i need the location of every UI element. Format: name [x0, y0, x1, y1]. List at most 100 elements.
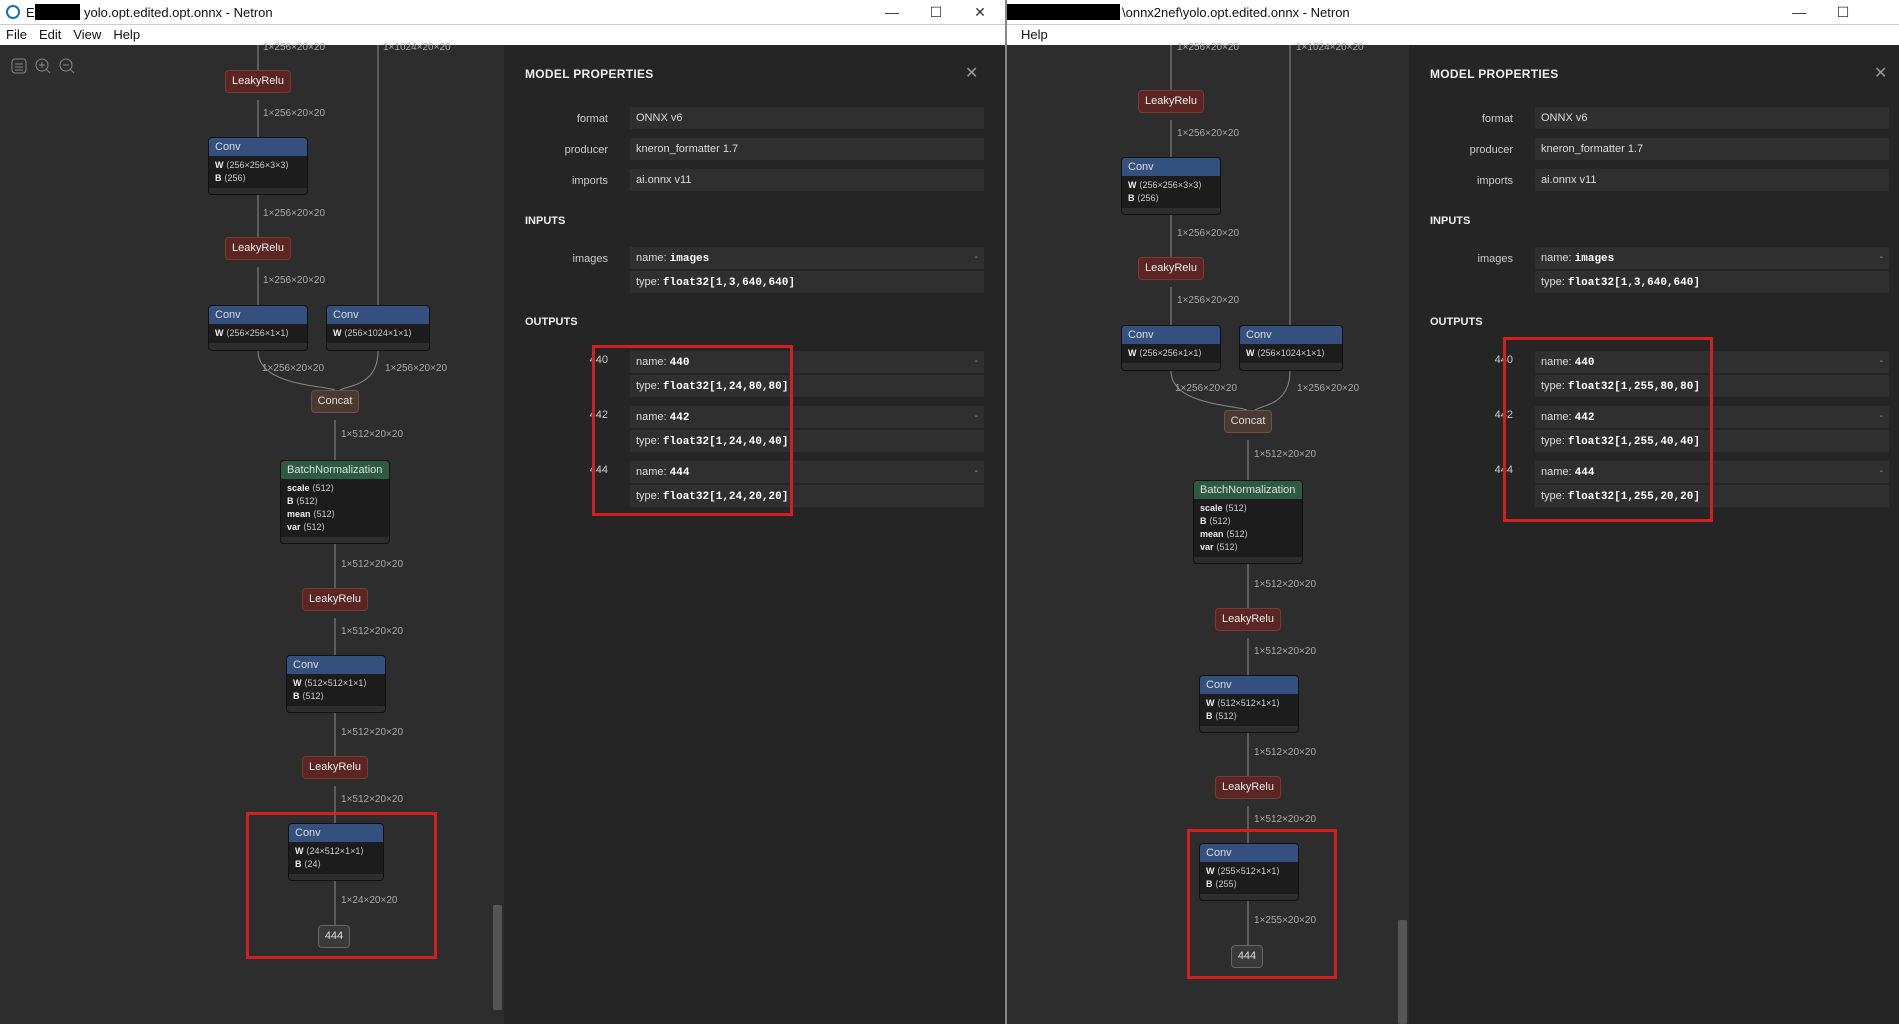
- expand-icon[interactable]: -: [975, 406, 978, 428]
- attr-key: mean: [1200, 529, 1224, 539]
- attr-key: B: [215, 173, 222, 183]
- node-title: Conv: [1122, 158, 1220, 176]
- edge-label: 1×512×20×20: [1254, 814, 1317, 825]
- node-title: Conv: [1122, 326, 1220, 344]
- batchnorm-node[interactable]: BatchNormalization scale ⟨512⟩ B ⟨512⟩ mea…: [1193, 480, 1303, 564]
- input-name-value: images: [1574, 253, 1615, 265]
- outputs-heading: OUTPUTS: [525, 316, 578, 328]
- attr-value: ⟨512⟩: [313, 509, 336, 519]
- batchnorm-node[interactable]: BatchNormalization scale ⟨512⟩ B ⟨512⟩ mea…: [280, 460, 390, 544]
- graph-scrollbar[interactable]: [1395, 45, 1409, 1024]
- expand-icon[interactable]: -: [1880, 247, 1883, 269]
- close-panel-icon[interactable]: ✕: [1874, 63, 1887, 83]
- attr-value: ⟨512⟩: [1225, 503, 1248, 513]
- attr-value: ⟨512⟩: [1216, 542, 1239, 552]
- attr-key: var: [1200, 542, 1214, 552]
- attr-key: W: [215, 160, 224, 170]
- edge-label: 1×512×20×20: [1254, 579, 1317, 590]
- attr-value: ⟨256×1024×1×1⟩: [1257, 348, 1325, 358]
- edge-label: 1×256×20×20: [1177, 228, 1240, 239]
- conv-node[interactable]: Conv W ⟨256×256×1×1⟩: [208, 305, 308, 351]
- edge-label: 1×1024×20×20: [383, 42, 451, 53]
- attr-key: W: [215, 328, 224, 338]
- node-title: Conv: [1240, 326, 1342, 344]
- attr-value: ⟨512⟩: [1209, 516, 1232, 526]
- menu-help[interactable]: Help: [107, 25, 146, 45]
- graph-scrollbar[interactable]: [490, 45, 504, 1024]
- conv-node[interactable]: Conv W ⟨256×256×3×3⟩ B ⟨256⟩: [208, 137, 308, 195]
- conv-node[interactable]: Conv W ⟨256×1024×1×1⟩: [326, 305, 430, 351]
- edge-label: 1×256×20×20: [262, 363, 325, 374]
- attr-value: ⟨256×1024×1×1⟩: [344, 328, 412, 338]
- conv-node[interactable]: Conv W ⟨256×1024×1×1⟩: [1239, 325, 1343, 371]
- input-name[interactable]: name: images -: [1535, 247, 1889, 269]
- menu-edit[interactable]: Edit: [33, 25, 67, 45]
- expand-icon[interactable]: -: [1880, 351, 1883, 373]
- attr-value: ⟨256⟩: [1137, 193, 1160, 203]
- panel-title: MODEL PROPERTIES: [1430, 67, 1559, 81]
- conv-node[interactable]: Conv W ⟨256×256×3×3⟩ B ⟨256⟩: [1121, 157, 1221, 215]
- highlight-box: [1187, 829, 1337, 979]
- leakyrelu-node[interactable]: LeakyRelu: [1215, 608, 1281, 631]
- leakyrelu-node[interactable]: LeakyRelu: [225, 70, 291, 93]
- maximize-button[interactable]: ☐: [1821, 0, 1865, 25]
- graph-canvas[interactable]: 1×256×20×20 1×1024×20×20 LeakyRelu 1×256…: [0, 42, 490, 1024]
- edge-label: 1×256×20×20: [1177, 295, 1240, 306]
- attr-key: W: [1128, 348, 1137, 358]
- close-window-button[interactable]: ✕: [958, 0, 1002, 25]
- input-name[interactable]: name: images -: [630, 247, 984, 269]
- attr-value: ⟨512⟩: [296, 496, 319, 506]
- attr-value: ⟨512⟩: [312, 483, 335, 493]
- leakyrelu-node[interactable]: LeakyRelu: [302, 756, 368, 779]
- type-prefix: type:: [636, 276, 663, 288]
- node-title: Conv: [209, 306, 307, 324]
- attr-value: ⟨512⟩: [1226, 529, 1249, 539]
- leakyrelu-node[interactable]: LeakyRelu: [225, 237, 291, 260]
- conv-node[interactable]: Conv W ⟨512×512×1×1⟩ B ⟨512⟩: [1199, 675, 1299, 733]
- graph-canvas[interactable]: 1×256×20×20 1×1024×20×20 LeakyRelu 1×256…: [1007, 42, 1395, 1024]
- scrollbar-thumb[interactable]: [493, 905, 502, 1010]
- name-prefix: name:: [1541, 252, 1575, 264]
- inputs-heading: INPUTS: [1430, 215, 1471, 227]
- leakyrelu-node[interactable]: LeakyRelu: [1215, 776, 1281, 799]
- type-prefix: type:: [1541, 276, 1568, 288]
- right-window: \onnx2nef\yolo.opt.edited.onnx - Netron …: [1007, 0, 1899, 1024]
- edge-label: 1×256×20×20: [1177, 42, 1240, 53]
- attr-key: W: [1246, 348, 1255, 358]
- panel-title: MODEL PROPERTIES: [525, 67, 654, 81]
- output-label: 444: [1494, 464, 1513, 476]
- attr-key: W: [293, 678, 302, 688]
- scrollbar-thumb[interactable]: [1398, 920, 1407, 1024]
- menu-view[interactable]: View: [67, 25, 107, 45]
- menu-file[interactable]: File: [0, 25, 33, 45]
- expand-icon[interactable]: -: [975, 247, 978, 269]
- conv-node[interactable]: Conv W ⟨256×256×1×1⟩: [1121, 325, 1221, 371]
- concat-node[interactable]: Concat: [311, 390, 359, 413]
- minimize-button[interactable]: —: [1777, 0, 1821, 25]
- title-prefix: E: [26, 5, 35, 20]
- leakyrelu-node[interactable]: LeakyRelu: [1138, 90, 1204, 113]
- expand-icon[interactable]: -: [975, 461, 978, 483]
- expand-icon[interactable]: -: [1880, 461, 1883, 483]
- producer-label: producer: [1469, 144, 1513, 156]
- leakyrelu-node[interactable]: LeakyRelu: [1138, 257, 1204, 280]
- attr-key: W: [333, 328, 342, 338]
- close-panel-icon[interactable]: ✕: [965, 63, 978, 83]
- minimize-button[interactable]: —: [870, 0, 914, 25]
- outputs-heading: OUTPUTS: [1430, 316, 1483, 328]
- expand-icon[interactable]: -: [975, 351, 978, 373]
- leakyrelu-node[interactable]: LeakyRelu: [302, 588, 368, 611]
- concat-node[interactable]: Concat: [1224, 410, 1272, 433]
- title-bar: \onnx2nef\yolo.opt.edited.onnx - Netron …: [1007, 0, 1899, 25]
- attr-value: ⟨256×256×1×1⟩: [1139, 348, 1202, 358]
- highlight-box: [592, 345, 793, 516]
- maximize-button[interactable]: ☐: [914, 0, 958, 25]
- input-type-value: float32[1,3,640,640]: [1567, 277, 1700, 289]
- imports-value: ai.onnx v11: [1535, 169, 1889, 191]
- input-name-value: images: [669, 253, 710, 265]
- menu-help[interactable]: Help: [1007, 25, 1054, 45]
- expand-icon[interactable]: -: [1880, 406, 1883, 428]
- node-title: Conv: [327, 306, 429, 324]
- conv-node[interactable]: Conv W ⟨512×512×1×1⟩ B ⟨512⟩: [286, 655, 386, 713]
- attr-key: scale: [287, 483, 310, 493]
